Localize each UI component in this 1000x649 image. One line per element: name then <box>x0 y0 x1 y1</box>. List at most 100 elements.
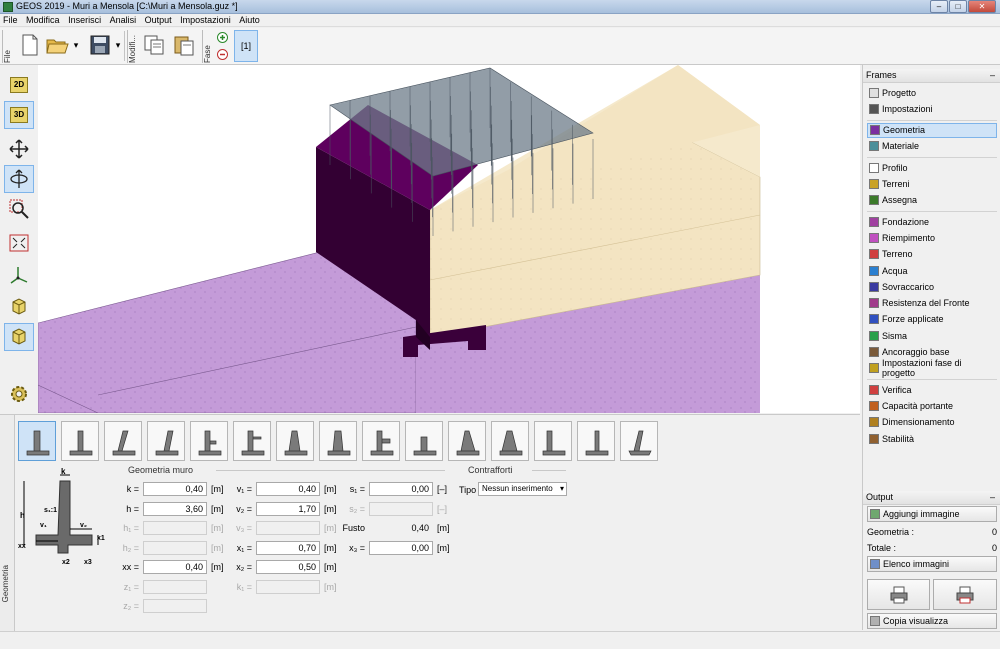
diagram-label-x1: x1 <box>97 535 105 542</box>
copy-view-button[interactable]: Copia visualizza <box>867 613 997 629</box>
menu-file[interactable]: File <box>0 14 21 27</box>
menu-inserisci[interactable]: Inserisci <box>65 14 104 27</box>
wall-shape-option-5[interactable] <box>190 421 228 461</box>
frame-item-riempimento[interactable]: Riempimento <box>867 230 997 245</box>
print-preview-button[interactable] <box>933 579 997 610</box>
collapse-icon[interactable]: – <box>990 69 995 82</box>
tipo-select[interactable]: Nessun inserimento ▾ <box>478 482 567 496</box>
view-3d-button[interactable]: 3D <box>4 101 34 129</box>
frame-item-profilo[interactable]: Profilo <box>867 160 997 175</box>
field-input-x1[interactable]: 0,70 <box>256 540 320 555</box>
assign-icon <box>869 195 879 206</box>
field-unit-x2: [m] <box>324 562 337 572</box>
geometria-side-tab[interactable]: Geometria <box>0 415 15 631</box>
wall-shape-option-9[interactable] <box>362 421 400 461</box>
pan-tool[interactable] <box>4 135 34 163</box>
wall-shape-icon <box>69 430 93 456</box>
frame-item-acqua[interactable]: Acqua <box>867 263 997 278</box>
save-dropdown[interactable]: ▾ <box>112 32 124 58</box>
view-2d-button[interactable]: 2D <box>4 71 34 99</box>
field-label-xx: xx = <box>122 562 139 572</box>
wall-shape-option-14[interactable] <box>577 421 615 461</box>
frame-item-label: Sovraccarico <box>882 281 935 292</box>
wall-shape-option-10[interactable] <box>405 421 443 461</box>
frame-item-capacit-portante[interactable]: Capacità portante <box>867 398 997 413</box>
add-image-button[interactable]: Aggiungi immagine <box>867 506 997 522</box>
3d-viewport[interactable] <box>38 65 860 413</box>
frame-item-geometria[interactable]: Geometria <box>867 122 997 138</box>
frame-item-progetto[interactable]: Progetto <box>867 85 997 100</box>
frame-item-dimensionamento[interactable]: Dimensionamento <box>867 415 997 430</box>
frame-item-sovraccarico[interactable]: Sovraccarico <box>867 279 997 294</box>
wall-shape-option-13[interactable] <box>534 421 572 461</box>
menu-aiuto[interactable]: Aiuto <box>236 14 263 27</box>
print-button[interactable] <box>867 579 930 610</box>
copy-data-button[interactable] <box>142 32 166 58</box>
collapse-icon[interactable]: – <box>990 491 995 504</box>
output-geometria-count: 0 <box>991 527 997 537</box>
wall-shape-icon <box>155 430 179 456</box>
wall-shape-option-2[interactable] <box>61 421 99 461</box>
frame-item-materiale[interactable]: Materiale <box>867 139 997 154</box>
wall-shape-option-15[interactable] <box>620 421 658 461</box>
wall-shape-option-8[interactable] <box>319 421 357 461</box>
frame-item-impostazioni[interactable]: Impostazioni <box>867 101 997 116</box>
field-unit-fusto: [m] <box>437 523 450 533</box>
wall-shape-option-7[interactable] <box>276 421 314 461</box>
field-input-k[interactable]: 0,40 <box>143 482 207 496</box>
toolbar-file-label: File <box>2 30 14 63</box>
wall-shape-icon <box>413 436 437 456</box>
frame-item-forze-applicate[interactable]: Forze applicate <box>867 312 997 327</box>
wall-shape-option-6[interactable] <box>233 421 271 461</box>
open-file-button[interactable] <box>46 32 70 58</box>
view-settings-button[interactable] <box>4 380 34 408</box>
frame-item-terreno[interactable]: Terreno <box>867 247 997 262</box>
frame-item-stabilit-[interactable]: Stabilità <box>867 431 997 446</box>
frame-item-label: Progetto <box>882 87 917 98</box>
menu-output[interactable]: Output <box>142 14 175 27</box>
field-input-x2[interactable]: 0,50 <box>256 560 320 574</box>
wall-shape-option-4[interactable] <box>147 421 185 461</box>
open-dropdown[interactable]: ▾ <box>70 32 82 58</box>
image-list-button[interactable]: Elenco immagini <box>867 556 997 572</box>
field-input-x3[interactable]: 0,00 <box>369 540 433 555</box>
frame-item-fondazione[interactable]: Fondazione <box>867 214 997 229</box>
minimize-button[interactable]: – <box>930 0 948 13</box>
zoom-extents-tool[interactable] <box>4 229 34 257</box>
frame-item-terreni[interactable]: Terreni <box>867 177 997 192</box>
menu-analisi[interactable]: Analisi <box>107 14 140 27</box>
menu-modifica[interactable]: Modifica <box>23 14 63 27</box>
wall-shape-icon <box>585 430 609 456</box>
frame-item-verifica[interactable]: Verifica <box>867 382 997 397</box>
close-button[interactable]: ✕ <box>968 0 996 13</box>
field-input-xx[interactable]: 0,40 <box>143 560 207 574</box>
wall-shape-icon <box>499 430 523 456</box>
view-iso-tool[interactable] <box>4 323 34 351</box>
menu-impostazioni[interactable]: Impostazioni <box>177 14 234 27</box>
rotate-tool[interactable] <box>4 165 34 193</box>
new-file-button[interactable] <box>18 32 42 58</box>
wall-shape-option-11[interactable] <box>448 421 486 461</box>
field-input-v2[interactable]: 1,70 <box>256 501 320 516</box>
frame-item-sisma[interactable]: Sisma <box>867 328 997 343</box>
zoom-window-tool[interactable] <box>4 195 34 223</box>
frame-item-resistenza-del-fronte[interactable]: Resistenza del Fronte <box>867 296 997 311</box>
stage-1-tab[interactable]: [1] <box>234 30 258 62</box>
frame-item-ancoraggio-base[interactable]: Ancoraggio base <box>867 345 997 360</box>
frame-item-impostazioni-fase-di-progetto[interactable]: Impostazioni fase di progetto <box>867 358 997 378</box>
save-button[interactable] <box>88 32 112 58</box>
wall-shape-option-12[interactable] <box>491 421 529 461</box>
maximize-button[interactable]: □ <box>949 0 967 13</box>
paste-data-button[interactable] <box>172 32 196 58</box>
wall-shape-option-3[interactable] <box>104 421 142 461</box>
axes-tool[interactable] <box>4 261 34 289</box>
field-input-v1[interactable]: 0,40 <box>256 482 320 496</box>
field-input-h[interactable]: 3,60 <box>143 501 207 516</box>
add-stage-button[interactable] <box>216 31 228 43</box>
frame-item-assegna[interactable]: Assegna <box>867 193 997 208</box>
wall-shape-option-1[interactable] <box>18 421 56 461</box>
field-label-x2: x₂ = <box>236 562 252 572</box>
field-input-s1[interactable]: 0,00 <box>369 482 433 496</box>
remove-stage-button[interactable] <box>216 48 228 60</box>
view-front-tool[interactable] <box>4 293 34 321</box>
